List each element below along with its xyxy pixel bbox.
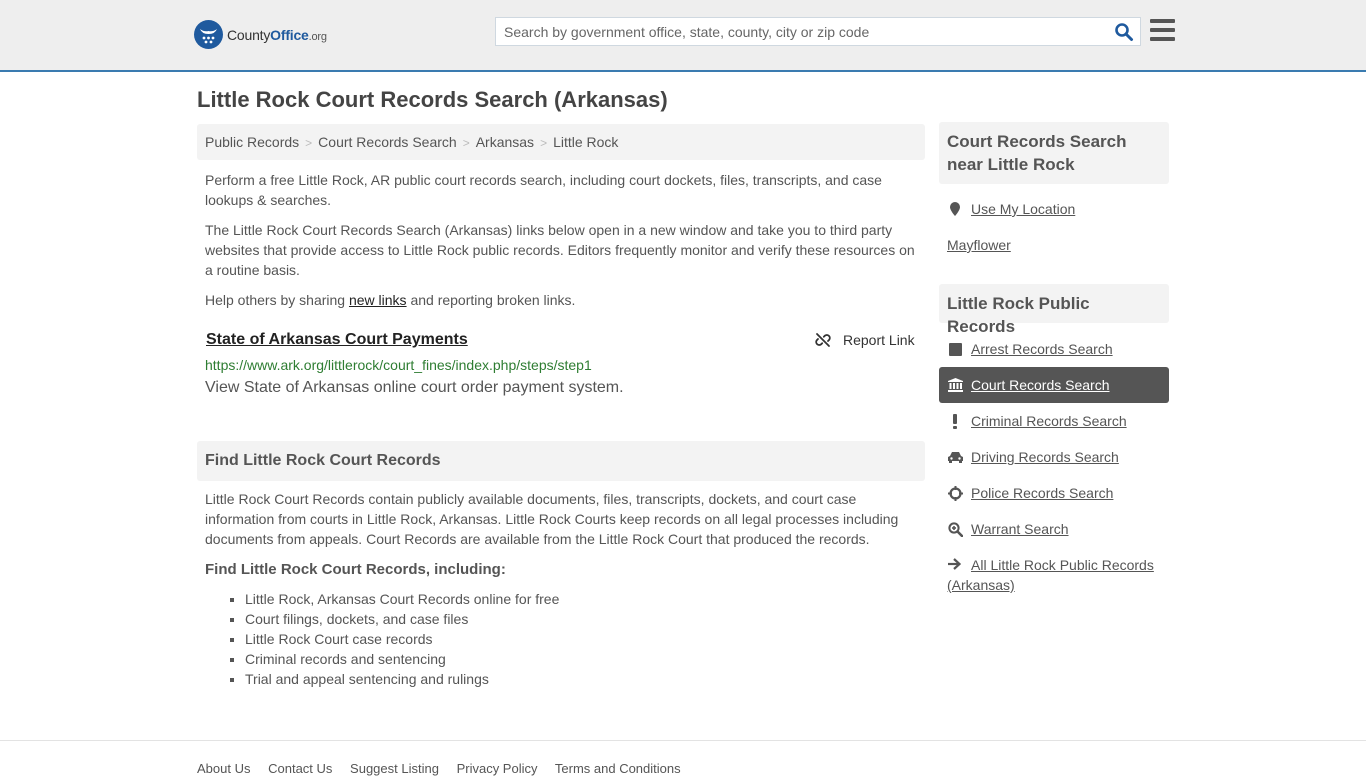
breadcrumb-separator: > bbox=[305, 136, 313, 150]
find-section-subheading: Find Little Rock Court Records, includin… bbox=[205, 561, 506, 578]
find-section-heading: Find Little Rock Court Records bbox=[197, 441, 925, 481]
all-public-records-link[interactable]: All Little Rock Public Records (Arkansas… bbox=[947, 555, 1167, 595]
breadcrumb: Public Records > Court Records Search > Arka… bbox=[197, 124, 925, 160]
courthouse-icon bbox=[947, 378, 963, 392]
breadcrumb-separator: > bbox=[462, 136, 470, 150]
list-item: Little Rock Court case records bbox=[245, 629, 559, 649]
exclamation-icon bbox=[947, 413, 963, 429]
sidebar-item-warrant-search[interactable]: Warrant Search bbox=[939, 511, 1169, 547]
sidebar-item-criminal-records[interactable]: Criminal Records Search bbox=[939, 403, 1169, 439]
list-item: Court filings, dockets, and case files bbox=[245, 609, 559, 629]
find-section-list: Little Rock, Arkansas Court Records onli… bbox=[245, 589, 559, 689]
footer-privacy-policy[interactable]: Privacy Policy bbox=[457, 761, 538, 776]
sidebar-item-label: Warrant Search bbox=[971, 521, 1069, 537]
sidebar-item-label: Police Records Search bbox=[971, 485, 1114, 501]
breadcrumb-public-records[interactable]: Public Records bbox=[205, 134, 299, 150]
nearby-mayflower-link[interactable]: Mayflower bbox=[947, 237, 1011, 253]
search-icon bbox=[1115, 23, 1133, 41]
report-link-label: Report Link bbox=[843, 332, 915, 348]
intro-text: and reporting broken links. bbox=[406, 292, 576, 308]
sidebar-item-label: Driving Records Search bbox=[971, 449, 1119, 465]
broken-link-icon bbox=[815, 333, 831, 347]
result-description: View State of Arkansas online court orde… bbox=[205, 379, 624, 396]
list-item: Criminal records and sentencing bbox=[245, 649, 559, 669]
intro-paragraph-3: Help others by sharing new links and rep… bbox=[205, 290, 921, 310]
breadcrumb-arkansas[interactable]: Arkansas bbox=[476, 134, 534, 150]
sidebar-item-driving-records[interactable]: Driving Records Search bbox=[939, 439, 1169, 475]
hamburger-menu-icon[interactable] bbox=[1150, 19, 1175, 41]
sidebar-item-label: Arrest Records Search bbox=[971, 341, 1113, 357]
use-my-location-label: Use My Location bbox=[971, 201, 1076, 217]
breadcrumb-court-records-search[interactable]: Court Records Search bbox=[318, 134, 457, 150]
search-bar bbox=[495, 17, 1141, 46]
sidebar-near-heading: Court Records Search near Little Rock bbox=[939, 122, 1169, 184]
footer-terms[interactable]: Terms and Conditions bbox=[555, 761, 681, 776]
sidebar-item-police-records[interactable]: Police Records Search bbox=[939, 475, 1169, 511]
breadcrumb-little-rock[interactable]: Little Rock bbox=[553, 134, 618, 150]
footer-divider bbox=[0, 740, 1366, 741]
arrow-right-icon bbox=[947, 555, 963, 575]
footer-suggest-listing[interactable]: Suggest Listing bbox=[350, 761, 439, 776]
footer-contact-us[interactable]: Contact Us bbox=[268, 761, 332, 776]
sidebar-public-heading: Little Rock Public Records bbox=[939, 284, 1169, 336]
site-header: CountyOffice.org bbox=[0, 0, 1366, 72]
page-title: Little Rock Court Records Search (Arkans… bbox=[197, 87, 668, 112]
result-title-link[interactable]: State of Arkansas Court Payments bbox=[206, 331, 468, 349]
footer-links: About Us Contact Us Suggest Listing Priv… bbox=[197, 761, 695, 776]
sidebar-item-label: Criminal Records Search bbox=[971, 413, 1127, 429]
map-marker-icon bbox=[947, 201, 963, 217]
footer-about-us[interactable]: About Us bbox=[197, 761, 250, 776]
car-icon bbox=[947, 451, 963, 463]
list-item: Trial and appeal sentencing and rulings bbox=[245, 669, 559, 689]
result-url: https://www.ark.org/littlerock/court_fin… bbox=[205, 357, 592, 373]
square-icon bbox=[947, 342, 963, 356]
search-plus-icon bbox=[947, 521, 963, 537]
intro-paragraph-2: The Little Rock Court Records Search (Ar… bbox=[205, 222, 915, 278]
search-input[interactable] bbox=[496, 18, 1096, 45]
logo-eagle-icon bbox=[194, 20, 223, 49]
sidebar-item-arrest-records[interactable]: Arrest Records Search bbox=[939, 331, 1169, 367]
all-public-records-label: All Little Rock Public Records (Arkansas… bbox=[947, 557, 1154, 593]
logo-org: .org bbox=[308, 30, 327, 43]
sidebar-item-court-records[interactable]: Court Records Search bbox=[939, 367, 1169, 403]
report-link-button[interactable]: Report Link bbox=[815, 332, 915, 348]
breadcrumb-separator: > bbox=[540, 136, 548, 150]
use-my-location-link[interactable]: Use My Location bbox=[947, 201, 1075, 217]
new-links-link[interactable]: new links bbox=[349, 292, 407, 308]
logo-county: County bbox=[227, 26, 271, 43]
intro-paragraph-1: Perform a free Little Rock, AR public co… bbox=[205, 172, 882, 208]
site-logo[interactable]: CountyOffice.org bbox=[194, 20, 327, 49]
intro-text: Help others by sharing bbox=[205, 292, 349, 308]
find-section-body: Little Rock Court Records contain public… bbox=[205, 491, 899, 547]
crosshair-icon bbox=[947, 485, 963, 501]
logo-office: Office bbox=[270, 26, 309, 43]
sidebar-item-label: Court Records Search bbox=[971, 377, 1110, 393]
logo-text: CountyOffice.org bbox=[227, 27, 327, 43]
list-item: Little Rock, Arkansas Court Records onli… bbox=[245, 589, 559, 609]
search-button[interactable] bbox=[1114, 22, 1134, 42]
